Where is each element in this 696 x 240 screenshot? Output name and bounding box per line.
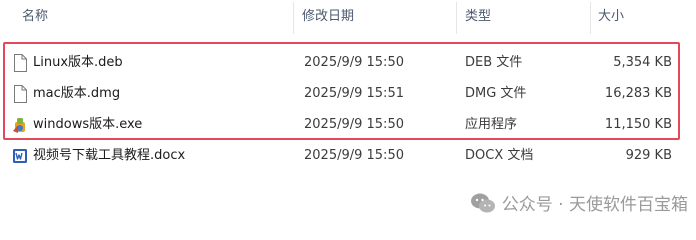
file-name: Linux版本.deb xyxy=(33,55,123,70)
file-type: DOCX 文档 xyxy=(465,148,534,163)
file-list: Linux版本.deb 2025/9/9 15:50 DEB 文件 5,354 … xyxy=(0,47,686,171)
word-document-icon xyxy=(13,148,27,163)
file-date: 2025/9/9 15:50 xyxy=(304,148,404,163)
column-divider[interactable] xyxy=(590,2,591,34)
file-row[interactable]: mac版本.dmg 2025/9/9 15:51 DMG 文件 16,283 K… xyxy=(0,78,686,109)
file-name: mac版本.dmg xyxy=(33,86,121,101)
installer-app-icon xyxy=(13,117,25,133)
file-name: windows版本.exe xyxy=(33,117,143,132)
file-row[interactable]: 视频号下载工具教程.docx 2025/9/9 15:50 DOCX 文档 92… xyxy=(0,140,686,171)
column-header-bar: 名称 ˄ 修改日期 类型 大小 xyxy=(0,0,686,34)
watermark-text: 公众号 · 天使软件百宝箱 xyxy=(501,195,688,215)
file-type: DEB 文件 xyxy=(465,55,523,70)
blank-file-icon xyxy=(14,84,27,103)
file-name: 视频号下载工具教程.docx xyxy=(33,148,186,163)
file-date: 2025/9/9 15:50 xyxy=(304,55,404,70)
file-size: 16,283 KB xyxy=(604,86,672,101)
watermark: 公众号 · 天使软件百宝箱 xyxy=(470,190,688,215)
file-size: 5,354 KB xyxy=(613,55,672,70)
file-size: 11,150 KB xyxy=(604,117,672,132)
file-row[interactable]: windows版本.exe 2025/9/9 15:50 应用程序 11,150… xyxy=(0,109,686,140)
file-type: 应用程序 xyxy=(465,117,518,132)
column-header-date[interactable]: 修改日期 xyxy=(302,0,354,34)
file-date: 2025/9/9 15:50 xyxy=(304,117,404,132)
wechat-icon xyxy=(470,193,495,212)
column-header-name[interactable]: 名称 xyxy=(22,0,48,34)
file-size: 929 KB xyxy=(625,148,672,163)
file-type: DMG 文件 xyxy=(465,86,527,101)
file-explorer-view: 名称 ˄ 修改日期 类型 大小 Linux版本.deb 2025/9/9 15:… xyxy=(0,0,696,240)
file-date: 2025/9/9 15:51 xyxy=(304,86,404,101)
sort-caret-icon: ˄ xyxy=(150,0,156,9)
file-row[interactable]: Linux版本.deb 2025/9/9 15:50 DEB 文件 5,354 … xyxy=(0,47,686,78)
column-divider[interactable] xyxy=(293,2,294,34)
column-divider[interactable] xyxy=(456,2,457,34)
blank-file-icon xyxy=(14,53,27,72)
column-header-size[interactable]: 大小 xyxy=(598,0,624,34)
column-header-type[interactable]: 类型 xyxy=(465,0,491,34)
